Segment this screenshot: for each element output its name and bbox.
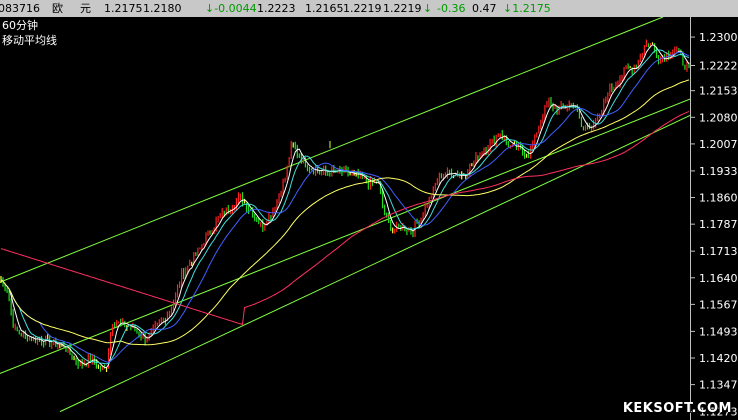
y-tick-label-1: 1.2222 <box>699 60 738 73</box>
channel-line-2 <box>59 115 690 413</box>
ma-line-120 <box>0 110 690 326</box>
y-tick-label-13: 1.1347 <box>699 379 738 392</box>
y-tick-label-8: 1.1713 <box>699 245 738 258</box>
y-tick-label-9: 1.1640 <box>699 272 738 285</box>
y-tick-label-6: 1.1860 <box>699 192 738 205</box>
candles <box>0 39 690 372</box>
quote-field-8: -0.36 <box>437 2 466 15</box>
y-tick-label-12: 1.1420 <box>699 352 738 365</box>
y-tick-label-10: 1.1567 <box>699 298 738 311</box>
quote-field-3: 1.2223 <box>257 2 296 15</box>
y-tick-label-7: 1.1787 <box>699 218 738 231</box>
quote-field-6: 1.2219 <box>383 2 422 15</box>
price-chart: 1.2300 1.2222 1.2153 1.2080 1.2007 1.1933 1.18… <box>0 17 738 420</box>
y-tick-label-3: 1.2080 <box>699 111 738 124</box>
chart-period-title: 60分钟 <box>2 19 38 32</box>
quote-field-10: ↓1.2175 <box>503 2 551 15</box>
ma-line-20 <box>0 51 690 363</box>
y-tick-label-0: 1.2300 <box>699 31 738 44</box>
y-tick-label-5: 1.1933 <box>699 165 738 178</box>
quote-field-0: 1.2175 <box>104 2 143 15</box>
symbol-name-2: 元 <box>80 2 91 15</box>
ma-line-10 <box>0 49 690 365</box>
quote-field-5: 1.2219 <box>343 2 382 15</box>
quote-field-2: ↓-0.0044 <box>205 2 257 15</box>
y-tick-label-2: 1.2153 <box>699 85 738 98</box>
quote-field-4: 1.2165 <box>305 2 344 15</box>
ma-line-5 <box>0 44 690 369</box>
quote-field-9: 0.47 <box>472 2 497 15</box>
quote-field-1: 1.2180 <box>143 2 182 15</box>
indicator-label: 移动平均线 <box>2 34 57 47</box>
symbol-code: 083716 <box>0 2 40 15</box>
y-tick-label-4: 1.2007 <box>699 138 738 151</box>
quote-field-7: ↓ <box>423 2 433 15</box>
ma-line-60 <box>0 79 690 346</box>
y-tick-label-11: 1.1493 <box>699 325 738 338</box>
quote-bar: 083716 欧 元 1.2175 1.2180 ↓-0.0044 1.2223 1.2… <box>0 0 738 17</box>
watermark-text: KEKSOFT.COM <box>622 401 732 416</box>
symbol-name-1: 欧 <box>52 2 63 15</box>
